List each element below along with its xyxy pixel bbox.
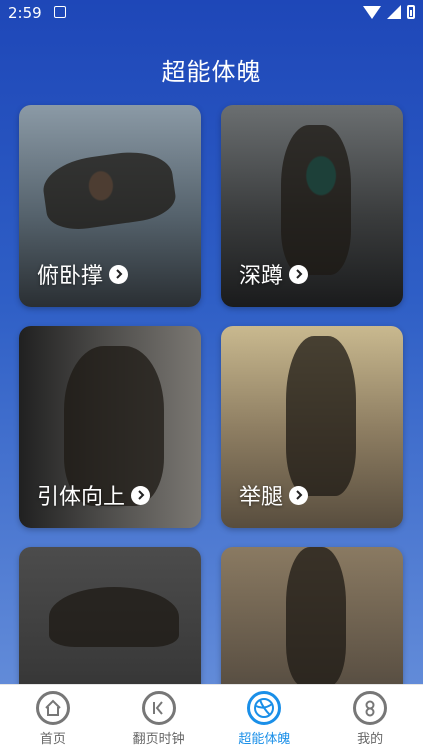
card-label-text: 引体向上 xyxy=(37,485,126,510)
page-title: 超能体魄 xyxy=(161,58,262,86)
tab-label: 我的 xyxy=(357,732,384,747)
tab-home[interactable]: 首页 xyxy=(0,685,106,753)
exercise-card-leg-raise[interactable]: 举腿 xyxy=(221,326,403,528)
battery-icon xyxy=(407,5,415,19)
athlete-figure xyxy=(49,587,179,647)
home-icon xyxy=(35,691,70,725)
bottom-tab-bar: 首页 翻页时钟 超能体魄 我的 xyxy=(0,684,423,753)
status-bar: 2:59 xyxy=(0,0,423,26)
card-label-text: 举腿 xyxy=(239,485,284,510)
tab-label: 翻页时钟 xyxy=(132,732,185,747)
card-label: 深蹲 xyxy=(239,258,309,290)
athlete-figure xyxy=(286,547,346,687)
tab-flip-clock[interactable]: 翻页时钟 xyxy=(106,685,212,753)
tab-label: 首页 xyxy=(39,732,66,747)
chevron-right-icon xyxy=(131,485,151,505)
athlete-figure xyxy=(286,336,356,496)
exercise-card-pushup[interactable]: 俯卧撑 xyxy=(19,105,201,307)
notification-icon xyxy=(54,6,66,18)
card-label: 引体向上 xyxy=(37,479,151,511)
profile-icon xyxy=(353,691,388,725)
exercise-card-squat[interactable]: 深蹲 xyxy=(221,105,403,307)
chevron-right-icon xyxy=(109,264,129,284)
exercise-card-pullup[interactable]: 引体向上 xyxy=(19,326,201,528)
card-label-text: 深蹲 xyxy=(239,264,284,289)
wifi-icon xyxy=(363,5,381,19)
back-arrow-icon xyxy=(141,691,176,725)
chevron-right-icon xyxy=(289,264,309,284)
signal-icon xyxy=(387,5,401,19)
card-label: 举腿 xyxy=(239,479,309,511)
status-icons xyxy=(363,5,415,19)
athlete-figure xyxy=(281,125,351,275)
chevron-right-icon xyxy=(289,485,309,505)
tab-super-fitness[interactable]: 超能体魄 xyxy=(212,685,318,753)
card-label: 俯卧撑 xyxy=(37,258,129,290)
tab-profile[interactable]: 我的 xyxy=(317,685,423,753)
card-label-text: 俯卧撑 xyxy=(37,264,104,289)
status-time: 2:59 xyxy=(8,4,42,22)
tab-label: 超能体魄 xyxy=(238,732,291,747)
basketball-icon xyxy=(247,691,282,725)
